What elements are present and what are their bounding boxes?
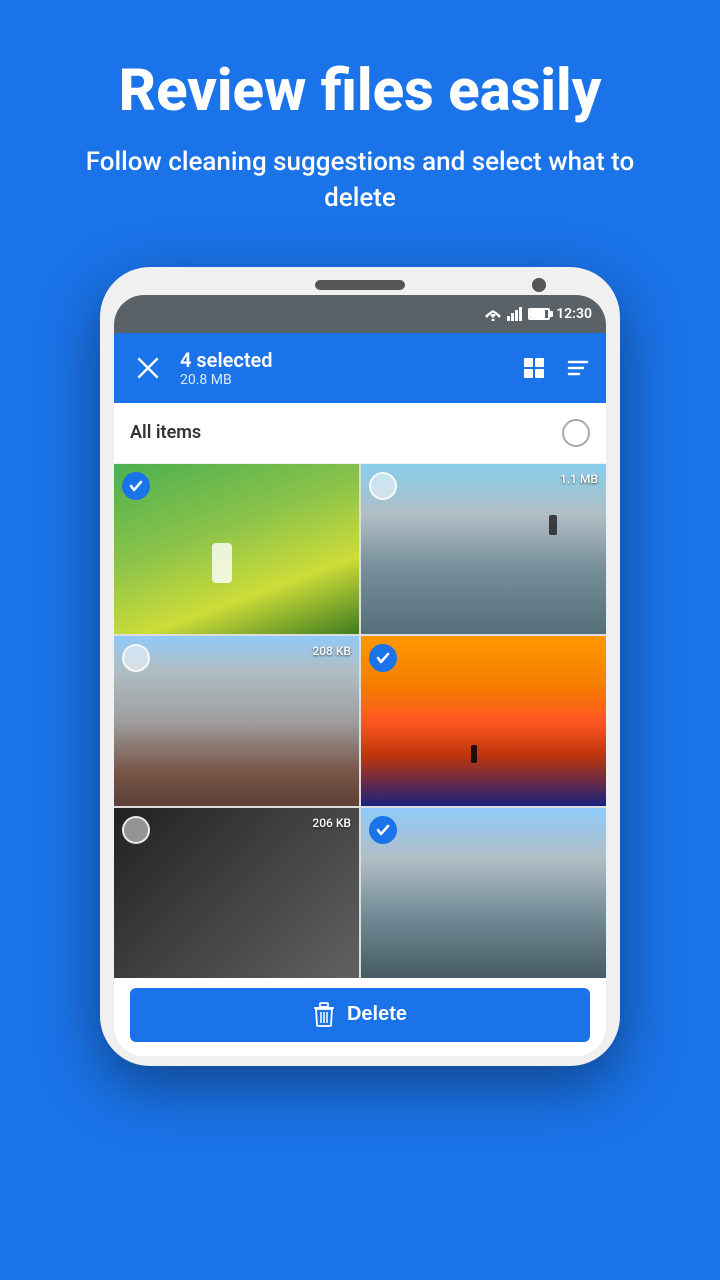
photo-cell-3[interactable]: 208 KB: [114, 636, 359, 806]
select-all-checkbox[interactable]: [562, 419, 590, 447]
selected-count: 4 selected: [180, 348, 508, 372]
delete-label: Delete: [347, 1003, 407, 1026]
checkmark-icon: [375, 650, 391, 666]
phone-speaker: [315, 280, 405, 290]
hero-title: Review files easily: [0, 0, 720, 144]
photo-cell-2[interactable]: 1.1 MB: [361, 464, 606, 634]
phone-mockup: 12:30 4 selected 20.8 MB: [0, 267, 720, 1066]
photo-5-checkbox[interactable]: [122, 816, 150, 844]
delete-bar: Delete: [114, 978, 606, 1056]
phone-screen: 12:30 4 selected 20.8 MB: [114, 295, 606, 1056]
person-figure-4: [471, 745, 477, 763]
close-button[interactable]: [130, 350, 166, 386]
trash-icon: [313, 1002, 335, 1028]
photo-4-image: [361, 636, 606, 806]
sort-icon: [566, 356, 590, 380]
person-figure-1: [212, 543, 232, 583]
hero-section: Review files easily Follow cleaning sugg…: [0, 0, 720, 267]
photo-1-checkbox[interactable]: [122, 472, 150, 500]
phone-notch: [114, 285, 606, 295]
status-icons: [484, 307, 550, 321]
all-items-label: All items: [130, 422, 201, 443]
status-time: 12:30: [556, 306, 592, 322]
app-bar: 4 selected 20.8 MB: [114, 333, 606, 403]
grid-view-button[interactable]: [522, 356, 546, 380]
photo-5-image: [114, 808, 359, 978]
photo-cell-6[interactable]: [361, 808, 606, 978]
photo-grid: 1.1 MB 208 KB: [114, 464, 606, 978]
photo-6-checkbox[interactable]: [369, 816, 397, 844]
photo-cell-4[interactable]: [361, 636, 606, 806]
wifi-icon: [484, 307, 502, 321]
photo-3-image: [114, 636, 359, 806]
checkmark-icon: [375, 822, 391, 838]
app-bar-text: 4 selected 20.8 MB: [180, 348, 508, 388]
grid-icon: [522, 356, 546, 380]
status-bar: 12:30: [114, 295, 606, 333]
photo-3-checkbox[interactable]: [122, 644, 150, 672]
photo-2-image: [361, 464, 606, 634]
photo-1-image: [114, 464, 359, 634]
photo-cell-5[interactable]: 206 KB: [114, 808, 359, 978]
photo-2-checkbox[interactable]: [369, 472, 397, 500]
phone-body: 12:30 4 selected 20.8 MB: [100, 267, 620, 1066]
delete-button[interactable]: Delete: [130, 988, 590, 1042]
photo-4-checkbox[interactable]: [369, 644, 397, 672]
person-figure-2: [549, 515, 557, 535]
close-icon: [137, 357, 159, 379]
phone-camera: [532, 278, 546, 292]
photo-cell-1[interactable]: [114, 464, 359, 634]
signal-icon: [507, 307, 523, 321]
hero-subtitle: Follow cleaning suggestions and select w…: [0, 144, 720, 267]
checkmark-icon: [128, 478, 144, 494]
battery-icon: [528, 308, 550, 320]
selected-size: 20.8 MB: [180, 372, 508, 388]
photo-3-size: 208 KB: [312, 644, 351, 658]
all-items-row: All items: [114, 403, 606, 464]
photo-5-size: 206 KB: [312, 816, 351, 830]
sort-button[interactable]: [566, 356, 590, 380]
photo-6-image: [361, 808, 606, 978]
app-bar-actions: [522, 356, 590, 380]
photo-2-size: 1.1 MB: [560, 472, 598, 486]
